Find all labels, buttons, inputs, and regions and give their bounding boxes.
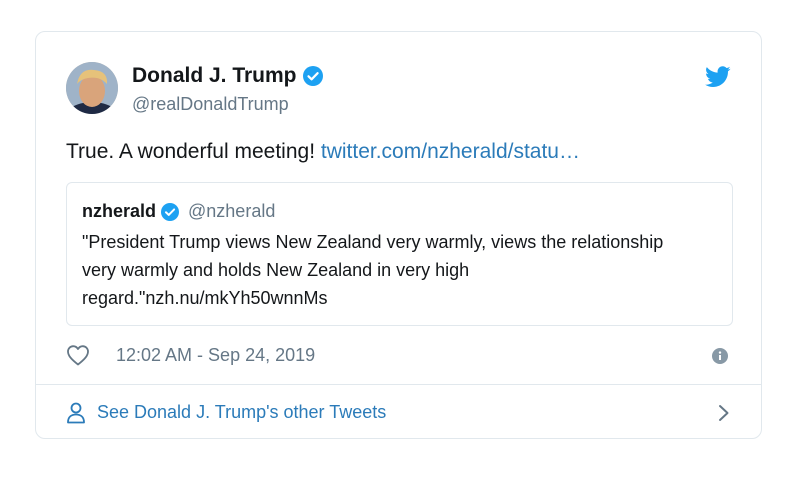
embedded-tweet-card: Donald J. Trump @realDonaldTrump True. A… [35, 31, 762, 439]
avatar[interactable] [66, 62, 118, 114]
heart-icon[interactable] [66, 344, 90, 366]
quoted-author-name: nzherald [82, 201, 157, 221]
quoted-tweet-header: nzherald @nzherald [82, 201, 275, 222]
quoted-author-handle: @nzherald [188, 201, 276, 221]
tweet-link[interactable]: twitter.com/nzherald/statu… [321, 140, 580, 163]
tweet-meta-row: 12:02 AM - Sep 24, 2019 [66, 342, 733, 370]
tweet-timestamp[interactable]: 12:02 AM - Sep 24, 2019 [116, 345, 315, 366]
tweet-body: True. A wonderful meeting! [66, 140, 316, 163]
quoted-tweet[interactable]: nzherald @nzherald "President Trump view… [66, 182, 733, 326]
verified-badge-icon [302, 66, 323, 86]
info-icon[interactable] [712, 348, 728, 364]
other-tweets-label[interactable]: See Donald J. Trump's other Tweets [97, 402, 386, 423]
chevron-right-icon[interactable] [718, 404, 730, 422]
tweet-text: True. A wonderful meeting! twitter.com/n… [66, 140, 580, 164]
twitter-bird-icon[interactable] [705, 66, 731, 88]
author-display-name[interactable]: Donald J. Trump [132, 64, 297, 88]
verified-badge-icon [161, 202, 180, 221]
person-icon [66, 402, 86, 424]
divider [36, 384, 761, 385]
other-tweets-link[interactable]: See Donald J. Trump's other Tweets [66, 398, 733, 428]
author-name-row[interactable]: Donald J. Trump [132, 64, 323, 88]
quoted-tweet-text: "President Trump views New Zealand very … [82, 232, 664, 308]
author-handle[interactable]: @realDonaldTrump [132, 94, 289, 115]
